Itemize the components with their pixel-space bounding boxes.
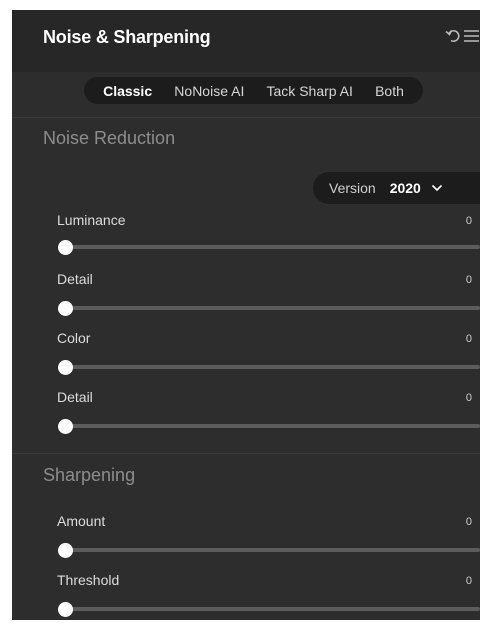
amount-value: 0 bbox=[465, 516, 472, 528]
threshold-slider-track[interactable] bbox=[59, 607, 480, 611]
color-detail-label: Detail bbox=[57, 389, 93, 405]
menu-icon[interactable] bbox=[463, 26, 480, 46]
threshold-value: 0 bbox=[465, 575, 472, 587]
sharpening-title: Sharpening bbox=[43, 465, 136, 485]
version-value: 2020 bbox=[389, 180, 421, 196]
color-slider-track[interactable] bbox=[59, 365, 480, 369]
luminance-label: Luminance bbox=[57, 212, 126, 228]
tab-nonoise-ai[interactable]: NoNoise AI bbox=[174, 83, 244, 99]
color-slider-thumb[interactable] bbox=[58, 360, 73, 375]
mode-segmented-control: Classic NoNoise AI Tack Sharp AI Both bbox=[84, 77, 423, 104]
chevron-down-icon bbox=[431, 184, 442, 192]
nr-detail-value: 0 bbox=[465, 274, 472, 286]
nr-detail-label: Detail bbox=[57, 271, 93, 287]
tab-both[interactable]: Both bbox=[375, 83, 404, 99]
threshold-slider-thumb[interactable] bbox=[58, 602, 73, 617]
color-detail-slider-thumb[interactable] bbox=[58, 419, 73, 434]
color-value: 0 bbox=[465, 333, 472, 345]
nr-detail-slider-thumb[interactable] bbox=[58, 301, 73, 316]
panel-header: Noise & Sharpening bbox=[12, 10, 480, 72]
color-label: Color bbox=[57, 330, 91, 346]
amount-slider-thumb[interactable] bbox=[58, 543, 73, 558]
noise-sharpening-panel: Noise & Sharpening Classic NoNoise AI Ta… bbox=[12, 10, 480, 620]
amount-label: Amount bbox=[57, 513, 106, 529]
undo-icon[interactable] bbox=[444, 26, 462, 46]
noise-reduction-title: Noise Reduction bbox=[43, 128, 176, 148]
nr-detail-slider-track[interactable] bbox=[59, 306, 480, 310]
tab-classic[interactable]: Classic bbox=[103, 83, 152, 99]
threshold-label: Threshold bbox=[57, 572, 120, 588]
version-dropdown[interactable]: Version 2020 bbox=[313, 172, 480, 204]
tab-tack-sharp-ai[interactable]: Tack Sharp AI bbox=[267, 83, 353, 99]
panel-title: Noise & Sharpening bbox=[43, 27, 211, 47]
color-detail-value: 0 bbox=[465, 392, 472, 404]
version-label: Version bbox=[329, 180, 376, 196]
luminance-slider-track[interactable] bbox=[59, 245, 480, 249]
luminance-value: 0 bbox=[465, 215, 472, 227]
luminance-slider-thumb[interactable] bbox=[58, 240, 73, 255]
section-divider bbox=[12, 453, 480, 454]
amount-slider-track[interactable] bbox=[59, 548, 480, 552]
color-detail-slider-track[interactable] bbox=[59, 424, 480, 428]
section-divider bbox=[12, 117, 480, 118]
